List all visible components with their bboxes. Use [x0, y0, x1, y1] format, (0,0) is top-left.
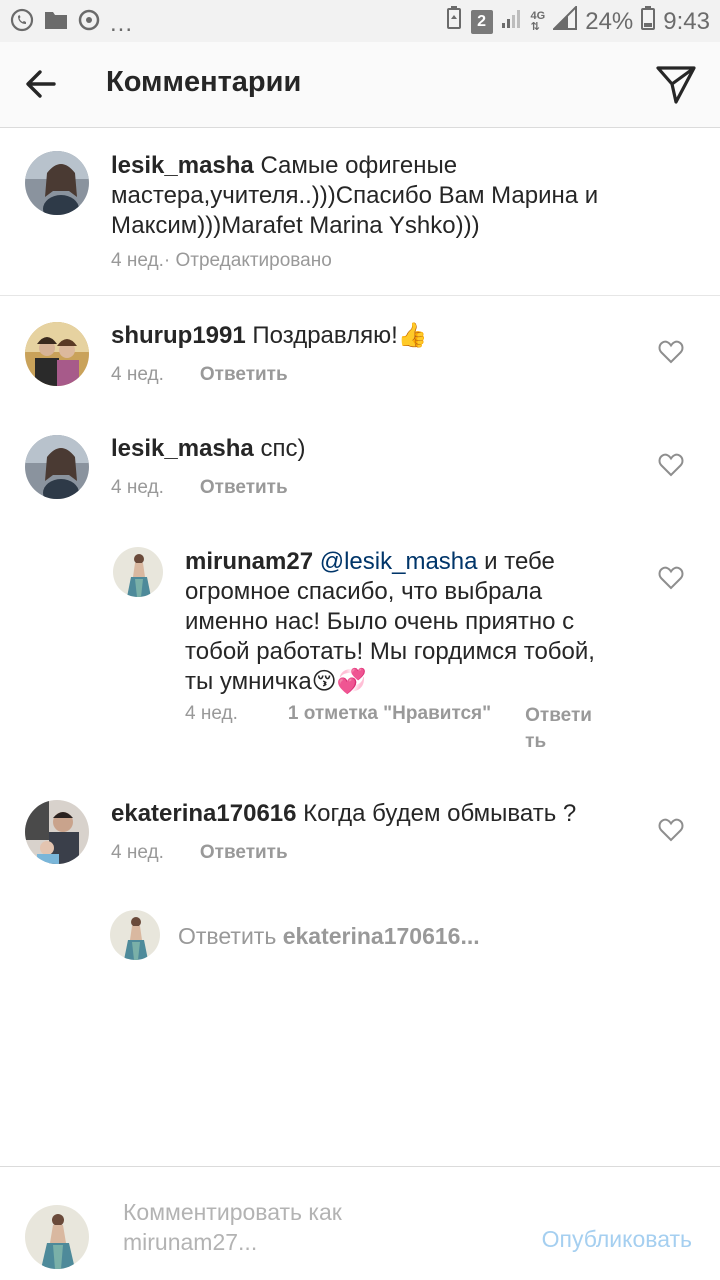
comment-text: lesik_masha спс)	[111, 434, 631, 464]
comment-body: Когда будем обмывать ?	[296, 800, 577, 827]
reply-button[interactable]: Ответить	[200, 364, 288, 386]
comment-item: ekaterina170616 Когда будем обмывать ? 4…	[0, 775, 720, 885]
reply-composer: Ответить ekaterina170616...	[0, 905, 720, 965]
more-notifications: ...	[110, 9, 134, 37]
clock: 9:43	[663, 7, 710, 35]
reply-target: ekaterina170616...	[282, 923, 480, 949]
caption-time: 4 нед.	[111, 250, 164, 271]
comment-input[interactable]: Комментировать как mirunam27...	[123, 1197, 413, 1257]
comment-username[interactable]: mirunam27	[185, 548, 313, 575]
comment-body: спс)	[253, 435, 306, 462]
reply-button[interactable]: Ответить	[200, 842, 288, 864]
comment-username[interactable]: ekaterina170616	[111, 800, 296, 827]
arrow-left-icon	[26, 70, 56, 98]
avatar	[110, 910, 160, 960]
avatar[interactable]	[25, 800, 89, 864]
recycle-icon	[445, 6, 463, 37]
comment-item: shurup1991 Поздравляю!👍 4 нед. Ответить	[0, 297, 720, 407]
avatar[interactable]	[25, 151, 89, 215]
heart-icon	[658, 818, 684, 842]
like-button[interactable]	[658, 340, 684, 366]
comment-composer: Комментировать как mirunam27... Опубликов…	[0, 1166, 720, 1280]
network-type: 4G ⇅	[530, 9, 546, 33]
comment-text: ekaterina170616 Когда будем обмывать ?	[111, 799, 631, 829]
heart-icon	[658, 340, 684, 364]
signal-strength-icon	[551, 4, 578, 37]
comment-time: 4 нед.	[185, 703, 238, 724]
sync-icon	[78, 9, 100, 38]
comment-text: mirunam27 @lesik_masha и тебе огромное с…	[185, 547, 625, 697]
post-caption: lesik_masha Самые офигеные мастера,учите…	[0, 128, 720, 296]
caption-edited: · Отредактировано	[163, 250, 332, 271]
status-bar: ... 2 4G ⇅ 24% 9:43	[0, 0, 720, 42]
caption-text: lesik_masha Самые офигеные мастера,учите…	[111, 151, 651, 241]
like-button[interactable]	[658, 818, 684, 844]
reply-button[interactable]: Ответить	[525, 703, 592, 755]
comment-meta: 4 нед. Ответить	[111, 842, 288, 864]
comment-text: shurup1991 Поздравляю!👍	[111, 321, 631, 351]
publish-button[interactable]: Опубликовать	[542, 1226, 692, 1253]
comment-time: 4 нед.	[111, 477, 164, 498]
mention-link[interactable]: @lesik_masha	[320, 548, 478, 575]
heart-icon	[658, 566, 684, 590]
like-button[interactable]	[658, 566, 684, 592]
heart-icon	[658, 453, 684, 477]
avatar[interactable]	[25, 322, 89, 386]
sim-badge: 2	[470, 9, 493, 34]
comment-body: Поздравляю!👍	[245, 322, 428, 349]
signal-icon	[501, 7, 523, 36]
paper-plane-icon	[656, 66, 696, 104]
comment-meta: 4 нед. 1 отметка "Нравится" Ответи ть	[185, 703, 592, 755]
avatar[interactable]	[113, 547, 163, 597]
comment-username[interactable]: shurup1991	[111, 322, 246, 349]
caption-meta: 4 нед. · Отредактировано	[111, 250, 332, 272]
folder-icon	[44, 9, 68, 38]
comment-meta: 4 нед. Ответить	[111, 364, 288, 386]
comment-time: 4 нед.	[111, 842, 164, 863]
comment-meta: 4 нед. Ответить	[111, 477, 288, 499]
reply-button[interactable]: Ответить	[200, 477, 288, 499]
avatar[interactable]	[25, 435, 89, 499]
share-button[interactable]	[654, 62, 698, 106]
comment-username[interactable]: lesik_masha	[111, 435, 254, 462]
viber-icon	[10, 8, 34, 39]
reply-prefix: Ответить	[178, 923, 283, 949]
like-button[interactable]	[658, 453, 684, 479]
caption-username[interactable]: lesik_masha	[111, 152, 254, 179]
back-button[interactable]	[22, 64, 62, 104]
page-title: Комментарии	[106, 66, 302, 98]
avatar	[25, 1205, 89, 1269]
battery-icon	[641, 6, 656, 37]
comment-item: lesik_masha спс) 4 нед. Ответить	[0, 410, 720, 520]
app-header: Комментарии	[0, 42, 720, 128]
reply-item: mirunam27 @lesik_masha и тебе огромное с…	[0, 523, 720, 763]
comment-time: 4 нед.	[111, 364, 164, 385]
reply-to-prompt[interactable]: Ответить ekaterina170616...	[178, 923, 480, 950]
likes-count-link[interactable]: 1 отметка "Нравится"	[288, 703, 491, 725]
battery-percent: 24%	[585, 7, 634, 35]
